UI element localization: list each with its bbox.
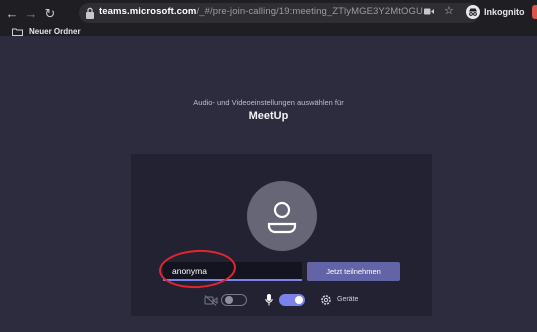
microphone-toggle-knob bbox=[295, 296, 303, 304]
join-now-button[interactable]: Jetzt teilnehmen bbox=[307, 262, 400, 281]
incognito-label: Inkognito bbox=[484, 7, 525, 17]
prejoin-subtitle: Audio- und Videoeinstellungen auswählen … bbox=[193, 98, 344, 107]
bookmark-label: Neuer Ordner bbox=[29, 27, 81, 36]
camera-off-icon bbox=[204, 295, 218, 306]
url-text: teams.microsoft.com/_#/pre-join-calling/… bbox=[99, 6, 431, 17]
microphone-icon bbox=[265, 294, 273, 306]
url-path: /_#/pre-join-calling/19:meeting_ZTlyMGE3… bbox=[196, 6, 432, 17]
camera-icon[interactable] bbox=[424, 8, 434, 15]
name-input[interactable] bbox=[163, 262, 302, 281]
address-bar[interactable]: teams.microsoft.com/_#/pre-join-calling/… bbox=[79, 3, 479, 23]
browser-toolbar: ← → ↻ teams.microsoft.com/_#/pre-join-ca… bbox=[0, 0, 537, 36]
incognito-icon bbox=[466, 5, 480, 19]
incognito-indicator[interactable]: Inkognito bbox=[466, 4, 525, 20]
back-icon[interactable]: ← bbox=[5, 7, 19, 21]
prejoin-panel: Jetzt teilnehmen Geräte bbox=[131, 154, 432, 316]
browser-menu-button[interactable] bbox=[532, 5, 537, 19]
lock-icon bbox=[86, 7, 94, 19]
folder-icon bbox=[12, 28, 23, 36]
reload-icon[interactable]: ↻ bbox=[43, 7, 57, 21]
meeting-title: MeetUp bbox=[248, 110, 289, 122]
video-toggle[interactable] bbox=[221, 294, 247, 306]
gear-icon[interactable] bbox=[320, 294, 332, 306]
devices-label[interactable]: Geräte bbox=[337, 296, 358, 303]
forward-icon[interactable]: → bbox=[24, 7, 38, 21]
video-toggle-knob bbox=[225, 296, 233, 304]
avatar bbox=[247, 181, 317, 251]
url-host: teams.microsoft.com bbox=[99, 6, 197, 17]
bookmark-folder[interactable]: Neuer Ordner bbox=[12, 26, 81, 37]
user-icon bbox=[267, 201, 297, 234]
star-icon[interactable]: ☆ bbox=[444, 4, 454, 17]
microphone-toggle[interactable] bbox=[279, 294, 305, 306]
